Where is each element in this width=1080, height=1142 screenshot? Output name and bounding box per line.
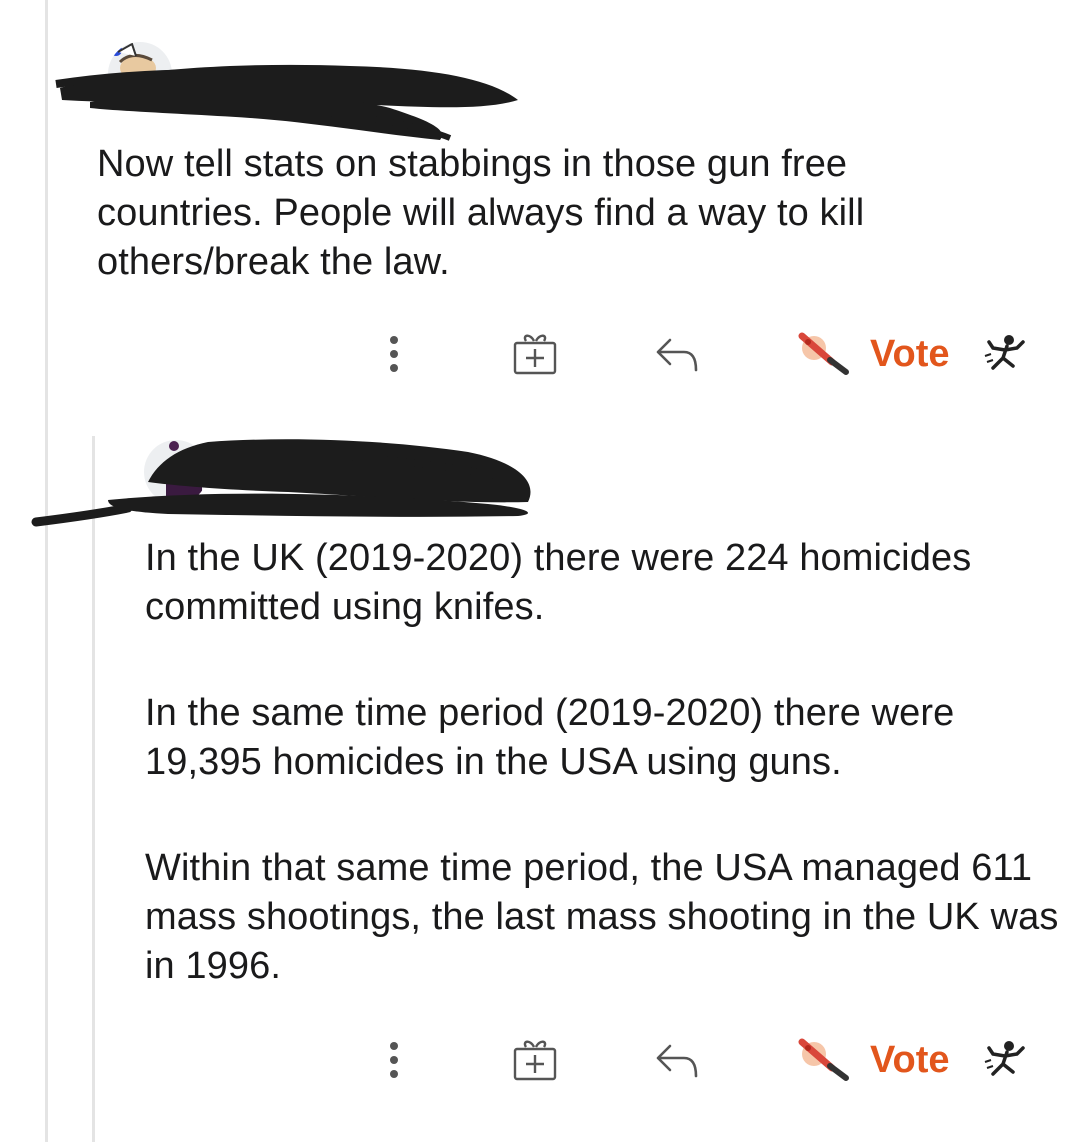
- reply-button[interactable]: [652, 1030, 702, 1090]
- thread-line[interactable]: [45, 0, 48, 1142]
- snoo-avatar-icon: [110, 42, 156, 106]
- fleeing-figure-downvote-icon: [984, 1041, 1025, 1076]
- knife-upvote-icon: [798, 332, 849, 375]
- vote-label: Vote: [870, 1038, 950, 1081]
- vertical-dots-icon: [390, 1042, 398, 1078]
- comment-body: In the UK (2019-2020) there were 224 hom…: [145, 534, 1065, 991]
- snoo-avatar-icon: [166, 441, 202, 504]
- more-options-button[interactable]: [374, 1030, 414, 1090]
- downvote-button[interactable]: [980, 1030, 1030, 1090]
- comment-paragraph: In the same time period (2019-2020) ther…: [145, 692, 955, 783]
- knife-upvote-icon: [798, 1038, 849, 1081]
- upvote-button[interactable]: [796, 1030, 852, 1090]
- vote-label: Vote: [870, 332, 950, 375]
- fleeing-figure-downvote-icon: [984, 335, 1025, 370]
- award-button[interactable]: [510, 1030, 560, 1090]
- upvote-button[interactable]: [796, 324, 852, 384]
- downvote-button[interactable]: [980, 324, 1030, 384]
- comment-actions: Vote: [360, 1030, 1060, 1090]
- thread-line-nested[interactable]: [92, 436, 95, 1142]
- comment-actions: Vote: [360, 324, 1060, 384]
- more-options-button[interactable]: [374, 324, 414, 384]
- comment-paragraph: Now tell stats on stabbings in those gun…: [97, 143, 865, 283]
- gift-icon: [513, 1040, 557, 1081]
- reply-arrow-icon: [656, 1044, 698, 1078]
- comment-body: Now tell stats on stabbings in those gun…: [97, 140, 997, 287]
- reply-arrow-icon: [656, 338, 698, 372]
- avatar[interactable]: [108, 42, 172, 106]
- award-button[interactable]: [510, 324, 560, 384]
- vertical-dots-icon: [390, 336, 398, 372]
- avatar[interactable]: [144, 440, 208, 504]
- reply-button[interactable]: [652, 324, 702, 384]
- comment-paragraph: In the UK (2019-2020) there were 224 hom…: [145, 537, 972, 628]
- comment-paragraph: Within that same time period, the USA ma…: [145, 847, 1059, 987]
- username-redaction: [31, 439, 531, 527]
- gift-icon: [513, 334, 557, 375]
